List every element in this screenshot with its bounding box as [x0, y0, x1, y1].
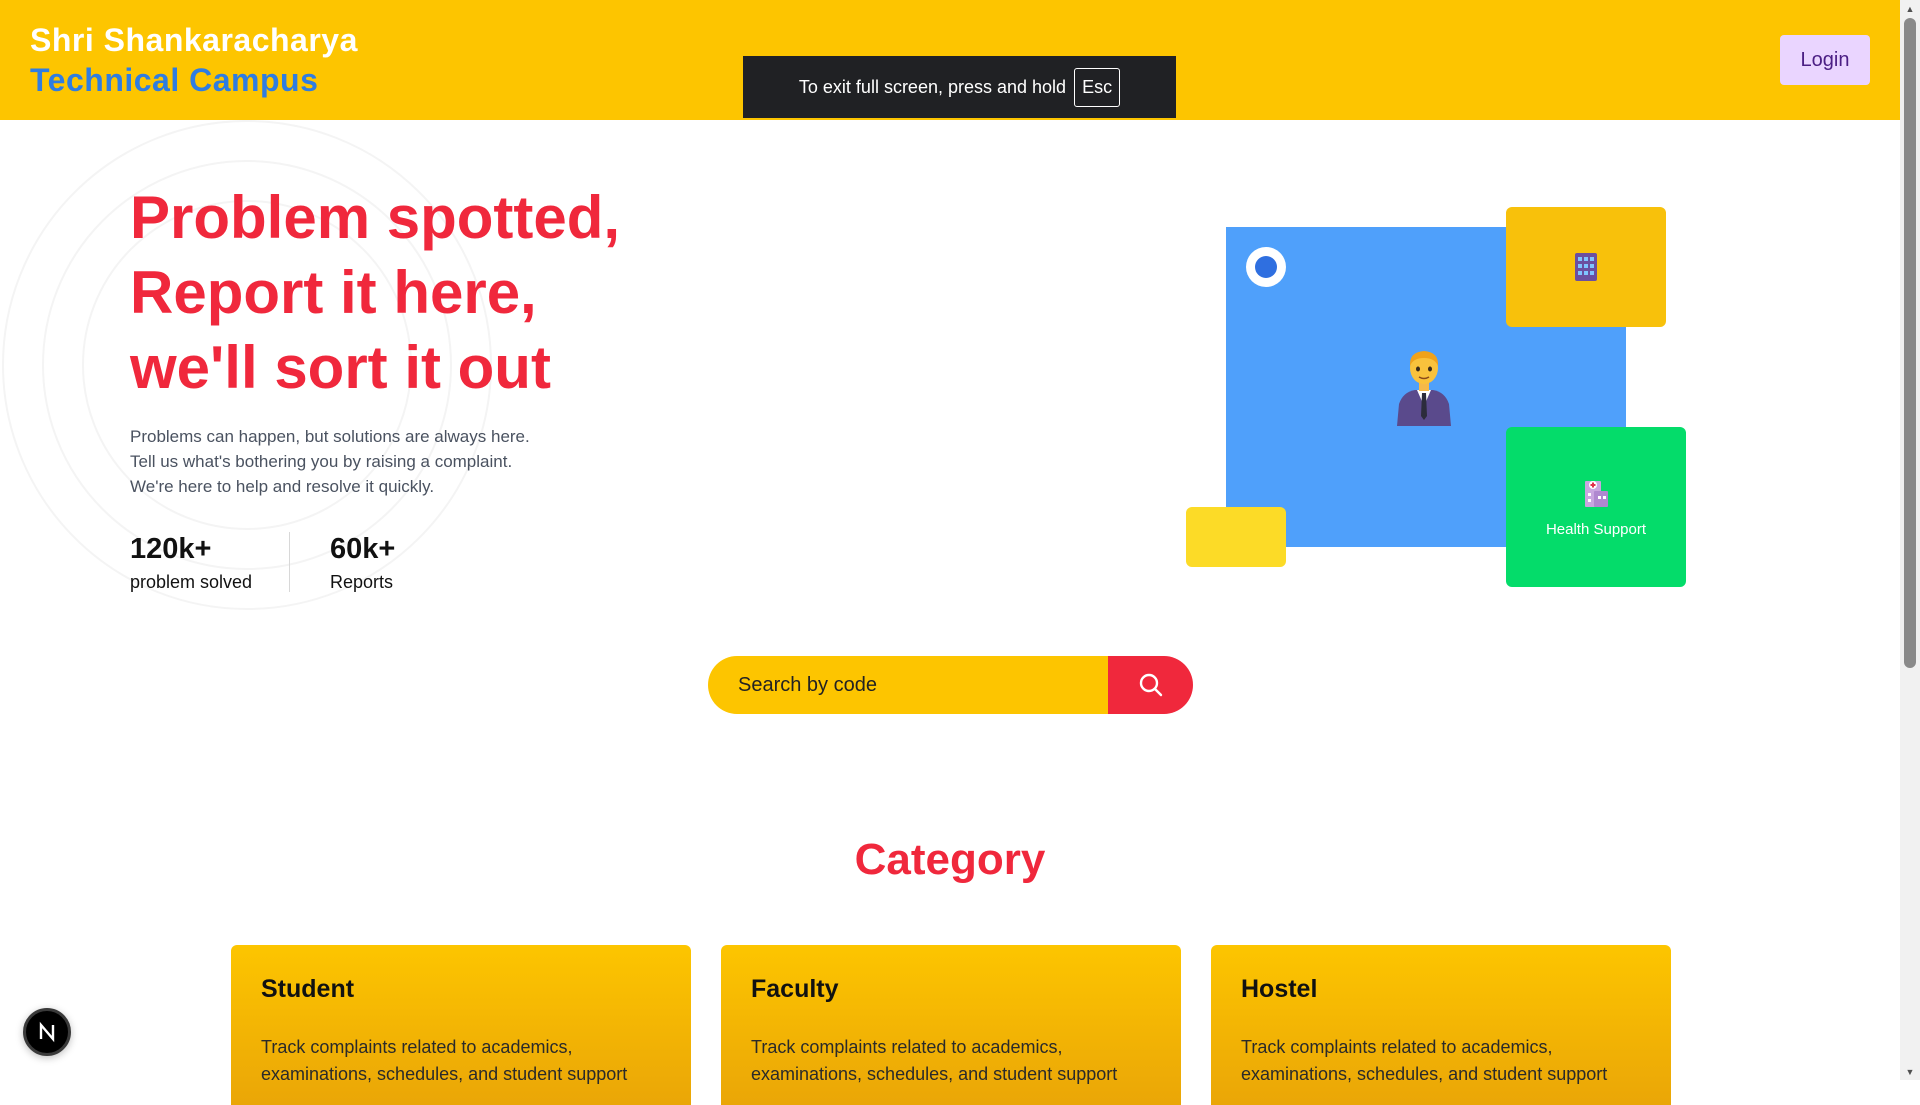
person-icon — [1397, 351, 1451, 426]
hero-headline-line: Report it here, — [130, 259, 537, 326]
scroll-up-arrow-icon[interactable]: ▲ — [1900, 0, 1920, 17]
brand-name-line2: Technical Campus — [30, 62, 319, 98]
esc-key-hint: Esc — [1074, 67, 1121, 107]
hero-description-line: We're here to help and resolve it quickl… — [130, 477, 435, 496]
hero-description-line: Problems can happen, but solutions are a… — [130, 427, 530, 446]
hero-headline: Problem spotted, Report it here, we'll s… — [130, 180, 830, 405]
search-icon — [1139, 673, 1162, 697]
illustration-small-yellow-block — [1186, 507, 1286, 567]
hero-headline-line: we'll sort it out — [130, 334, 551, 401]
hero-headline-line: Problem spotted, — [130, 184, 621, 251]
health-support-card[interactable]: Health Support — [1506, 427, 1686, 587]
stat-value: 60k+ — [330, 533, 396, 565]
card-title: Hostel — [1241, 975, 1318, 1003]
fullscreen-toast-message: To exit full screen, press and hold — [798, 76, 1067, 97]
fullscreen-exit-toast: To exit full screen, press and hold Esc — [743, 56, 1176, 118]
search-button[interactable] — [1108, 656, 1193, 714]
card-title: Faculty — [751, 975, 839, 1003]
illustration-ring-icon — [1246, 247, 1286, 287]
vertical-scrollbar[interactable]: ▲ ▼ — [1900, 0, 1920, 1080]
building-icon — [1575, 253, 1597, 281]
search-bar — [708, 656, 1193, 714]
stat-label: problem solved — [130, 572, 253, 592]
category-card-hostel[interactable]: Hostel Track complaints related to acade… — [1211, 945, 1671, 1105]
illustration-yellow-card — [1506, 207, 1666, 327]
hero-description-line: Tell us what's bothering you by raising … — [130, 452, 513, 471]
brand-name-line1: Shri Shankaracharya — [30, 22, 358, 58]
hero-description: Problems can happen, but solutions are a… — [130, 424, 650, 499]
scroll-down-arrow-icon[interactable]: ▼ — [1900, 1063, 1920, 1080]
category-card-student[interactable]: Student Track complaints related to acad… — [231, 945, 691, 1105]
stat-value: 120k+ — [130, 533, 212, 565]
scrollbar-thumb[interactable] — [1904, 18, 1916, 668]
search-input[interactable] — [708, 656, 1108, 714]
health-support-label: Health Support — [1545, 520, 1647, 538]
stat-problems-solved: 120k+ problem solved — [130, 532, 290, 592]
stat-reports: 60k+ Reports — [290, 532, 395, 593]
nextjs-logo-icon — [39, 1021, 55, 1043]
category-card-faculty[interactable]: Faculty Track complaints related to acad… — [721, 945, 1181, 1105]
stats-row: 120k+ problem solved 60k+ Reports — [130, 532, 395, 593]
brand-logo[interactable]: Shri Shankaracharya Technical Campus — [30, 20, 358, 100]
nextjs-dev-badge[interactable] — [23, 1008, 71, 1056]
stat-label: Reports — [330, 572, 394, 592]
category-heading: Category — [854, 835, 1046, 884]
card-title: Student — [261, 975, 355, 1003]
login-button[interactable]: Login — [1780, 35, 1870, 85]
hospital-icon — [1585, 480, 1608, 507]
